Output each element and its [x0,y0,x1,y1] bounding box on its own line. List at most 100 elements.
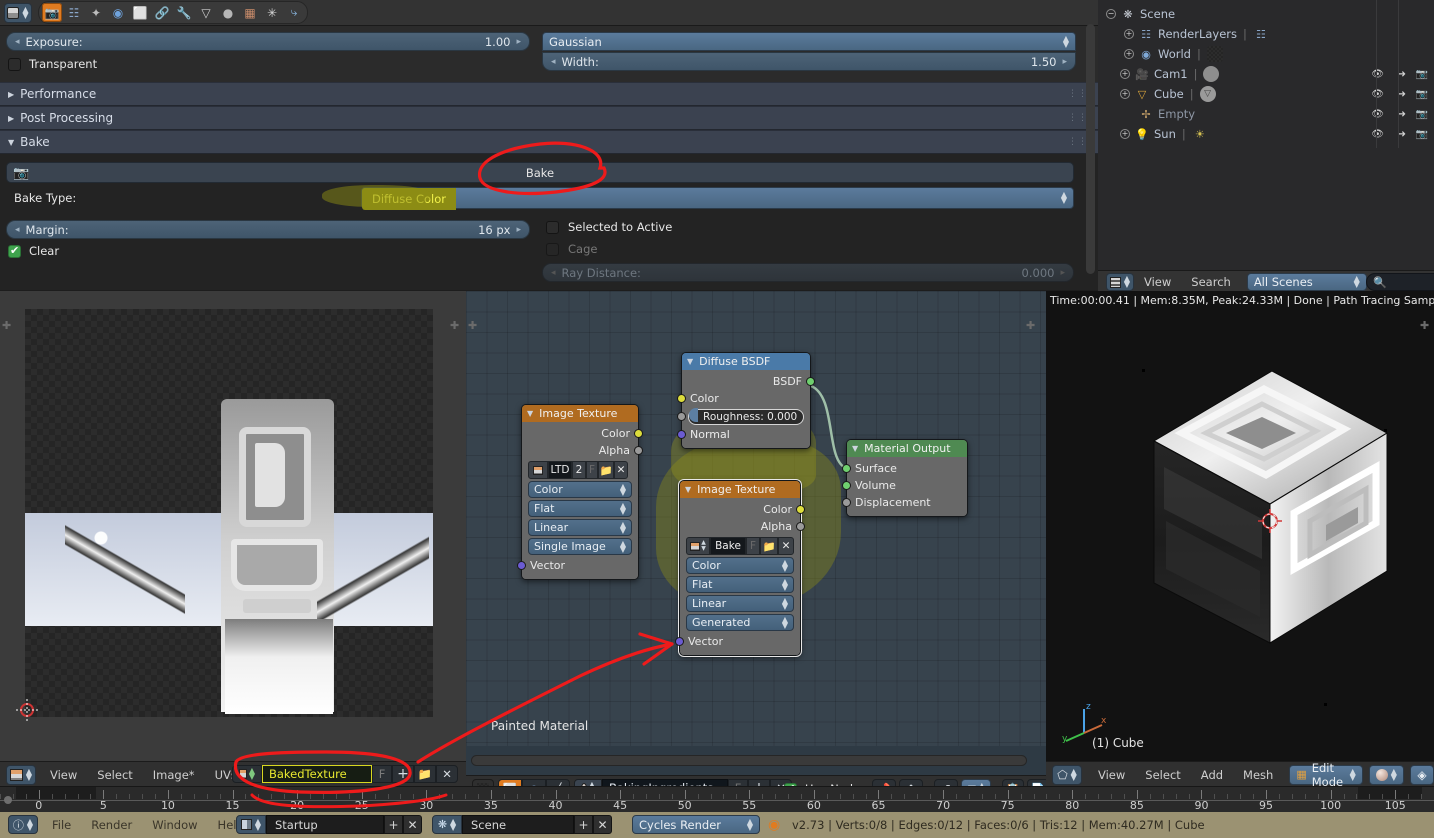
node-input-vector[interactable]: Vector [675,633,800,650]
socket-color-input[interactable] [677,394,686,403]
filter-width-slider[interactable]: ◂ Width: 1.50 ▸ [542,52,1076,71]
vertex-dot[interactable] [1384,429,1387,432]
scene-new-button[interactable]: + [574,815,593,834]
image-users-count[interactable]: 2 [572,461,586,479]
socket-roughness-input[interactable] [677,412,686,421]
node-input-displacement[interactable]: Displacement [842,494,967,511]
socket-alpha-output[interactable] [796,522,805,531]
panel-post-processing[interactable]: ▶ Post Processing ⋮⋮ [0,106,1098,130]
restrict-render-icon[interactable]: 📷 [1416,109,1428,120]
node-roughness-row[interactable]: Roughness: 0.000 [677,407,810,426]
scene-browse-icon[interactable]: ❋ ▲ ▼ [432,815,462,834]
expand-icon[interactable]: + [1120,69,1130,79]
renderlayer-data-icon[interactable]: ☷ [1253,26,1269,42]
collapse-icon[interactable]: − [1106,9,1116,19]
chevron-down-icon[interactable]: ▼ [527,409,533,418]
cage-checkbox[interactable] [546,242,559,256]
node-output-alpha[interactable]: Alpha [522,442,643,459]
restrict-render-icon[interactable]: 📷 [1416,69,1428,80]
outliner-row-cube[interactable]: + ▽ Cube | ▽ 👁 ➜ 📷 [1098,84,1434,104]
screen-browse-icon[interactable]: ▲ ▼ [236,815,266,834]
render-layers-tab-icon[interactable]: ☷ [64,3,84,22]
outliner-search-input[interactable]: 🔍 [1366,273,1434,291]
world-tab-icon[interactable]: ◉ [108,3,128,22]
node-output-color[interactable]: Color [522,425,643,442]
node-colorspace-dropdown[interactable]: Color ▲ ▼ [686,557,794,574]
scene-delete-button[interactable]: ✕ [593,815,612,834]
material-tab-icon[interactable]: ● [218,3,238,22]
exposure-slider[interactable]: ◂ Exposure: 1.00 ▸ [6,32,530,51]
node-input-vector[interactable]: Vector [517,557,638,574]
node-image-texture-source[interactable]: ▼ Image Texture Color Alpha LTD 2 F 📁 ✕ … [517,404,643,580]
view3d-menu-view[interactable]: View [1088,768,1135,782]
image-unlink-button[interactable]: ✕ [436,765,458,783]
socket-alpha-output[interactable] [634,446,643,455]
node-output-alpha[interactable]: Alpha [680,518,805,535]
node-projection-dropdown[interactable]: Flat ▲ ▼ [686,576,794,593]
image-name-field[interactable]: Bake [710,537,746,555]
view3d-menu-mesh[interactable]: Mesh [1233,768,1283,782]
scene-tab-icon[interactable]: ✦ [86,3,106,22]
data-tab-icon[interactable]: ▽ [196,3,216,22]
socket-surface-input[interactable] [842,464,851,473]
restrict-view-icon[interactable]: 👁 [1371,109,1384,120]
view3d-menu-select[interactable]: Select [1135,768,1190,782]
node-interpolation-dropdown[interactable]: Linear ▲ ▼ [528,519,632,536]
uv-pan-handle-right[interactable]: ✚ [450,319,459,332]
node-input-volume[interactable]: Volume [842,477,967,494]
screen-layout-field[interactable]: Startup [266,815,384,834]
node-interpolation-dropdown[interactable]: Linear ▲ ▼ [686,595,794,612]
vertex-dot[interactable] [1324,703,1327,706]
image-unlink-button[interactable]: ✕ [614,461,628,479]
image-browse-icon[interactable] [528,461,548,479]
image-name-field[interactable]: BakedTexture [262,765,372,783]
outliner-display-mode-dropdown[interactable]: All Scenes ▲ ▼ [1246,272,1367,291]
menu-window[interactable]: Window [142,818,207,832]
uv-canvas[interactable]: ✚ ✚ [0,291,466,761]
roughness-slider[interactable]: Roughness: 0.000 [688,408,804,425]
outliner-row-world[interactable]: + ◉ World | [1098,44,1434,64]
transparent-row[interactable]: Transparent [8,57,97,71]
scene-name-field[interactable]: Scene [462,815,574,834]
view3d-pan-handle[interactable]: ✚ [1420,319,1429,332]
uv-pan-handle-left[interactable]: ✚ [2,319,11,332]
node-header[interactable]: ▼ Image Texture [680,481,800,498]
uv-menu-image[interactable]: Image* [143,768,205,782]
interaction-mode-dropdown[interactable]: ▦ Edit Mode ▲ ▼ [1289,761,1363,789]
constraints-tab-icon[interactable]: 🔗 [152,3,172,22]
particles-tab-icon[interactable]: ✳ [262,3,282,22]
editor-type-icon[interactable]: ▲ ▼ [1106,273,1134,291]
transparent-checkbox[interactable] [8,57,21,71]
node-header[interactable]: ▼ Diffuse BSDF [682,353,810,370]
screen-delete-button[interactable]: ✕ [403,815,422,834]
socket-vector-input[interactable] [517,561,526,570]
image-fake-user-button[interactable]: F [746,537,760,555]
menu-file[interactable]: File [42,818,81,832]
menu-render[interactable]: Render [81,818,142,832]
outliner-row-empty[interactable]: ✢ Empty 👁 ➜ 📷 [1098,104,1434,124]
outliner-row-cam1[interactable]: + 🎥 Cam1 | 👁 ➜ 📷 [1098,64,1434,84]
socket-volume-input[interactable] [842,481,851,490]
socket-normal-input[interactable] [677,430,686,439]
ray-distance-slider[interactable]: ◂ Ray Distance: 0.000 ▸ [542,263,1074,282]
bake-button[interactable]: 📷 Bake [6,162,1074,183]
node-horizontal-scrollbar[interactable] [471,755,1027,766]
image-open-button[interactable]: 📁 [414,765,436,783]
socket-color-output[interactable] [796,505,805,514]
chevron-down-icon[interactable]: ▼ [685,485,691,494]
restrict-render-icon[interactable]: 📷 [1416,89,1428,100]
selected-to-active-checkbox[interactable] [546,220,559,234]
editor-type-icon[interactable]: ▲ ▼ [4,2,32,23]
node-diffuse-bsdf[interactable]: ▼ Diffuse BSDF BSDF Color Roughness: 0.0… [677,352,815,449]
outliner-row-renderlayers[interactable]: + ☷ RenderLayers | ☷ [1098,24,1434,44]
socket-bsdf-output[interactable] [806,377,815,386]
uv-menu-view[interactable]: View [40,768,87,782]
sun-data-icon[interactable]: ☀ [1192,126,1208,142]
socket-displacement-input[interactable] [842,498,851,507]
image-fake-user-button[interactable]: F [586,461,598,479]
editor-type-icon[interactable]: ▲ ▼ [6,765,36,785]
image-open-button[interactable]: 📁 [598,461,614,479]
node-colorspace-dropdown[interactable]: Color ▲ ▼ [528,481,632,498]
filter-type-dropdown[interactable]: Gaussian ▲ ▼ [542,32,1076,51]
editor-type-icon[interactable]: ⬠ ▲ ▼ [1052,765,1082,785]
